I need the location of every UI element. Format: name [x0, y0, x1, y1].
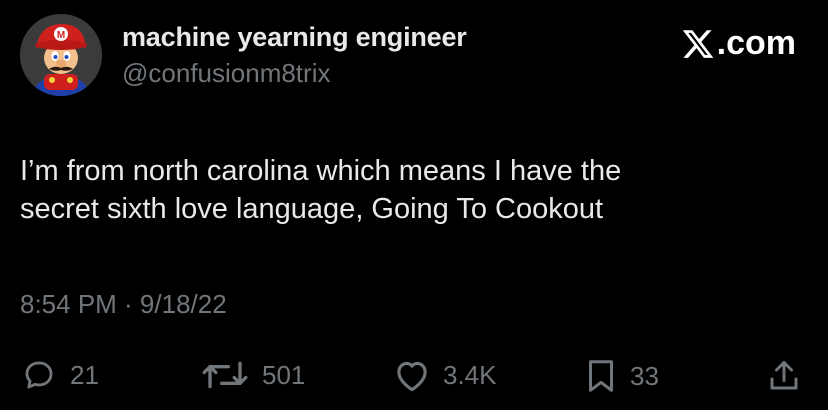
retweet-button[interactable]: 501	[200, 358, 305, 392]
user-handle[interactable]: @confusionm8trix	[122, 58, 330, 89]
mario-avatar-icon: M	[20, 14, 102, 96]
svg-text:M: M	[57, 30, 65, 41]
brand-watermark: .com	[681, 24, 796, 63]
bookmark-count: 33	[630, 360, 659, 391]
like-count: 3.4K	[443, 359, 497, 390]
share-icon	[770, 361, 798, 390]
retweet-count: 501	[262, 359, 306, 390]
x-logo-icon	[682, 29, 713, 58]
tweet-card: M machine yearning engineer @confusionm8…	[0, 0, 828, 410]
reply-count: 21	[70, 359, 99, 390]
reply-icon	[25, 361, 53, 389]
share-button[interactable]	[766, 358, 802, 394]
reply-button[interactable]: 21	[20, 358, 99, 392]
brand-label: .com	[716, 24, 796, 62]
tweet-text-line: secret sixth love language, Going To Coo…	[20, 193, 604, 225]
like-button[interactable]: 3.4K	[393, 358, 497, 392]
bookmark-icon	[589, 360, 613, 392]
heart-icon	[397, 361, 427, 392]
display-name[interactable]: machine yearning engineer	[122, 22, 467, 53]
avatar[interactable]: M	[20, 14, 102, 96]
tweet-timestamp[interactable]: 8:54 PM · 9/18/22	[20, 289, 227, 320]
tweet-text: I’m from north carolina which means I ha…	[20, 152, 800, 228]
tweet-text-line: I’m from north carolina which means I ha…	[20, 155, 622, 187]
retweet-icon	[202, 361, 248, 389]
bookmark-button[interactable]: 33	[584, 358, 659, 394]
